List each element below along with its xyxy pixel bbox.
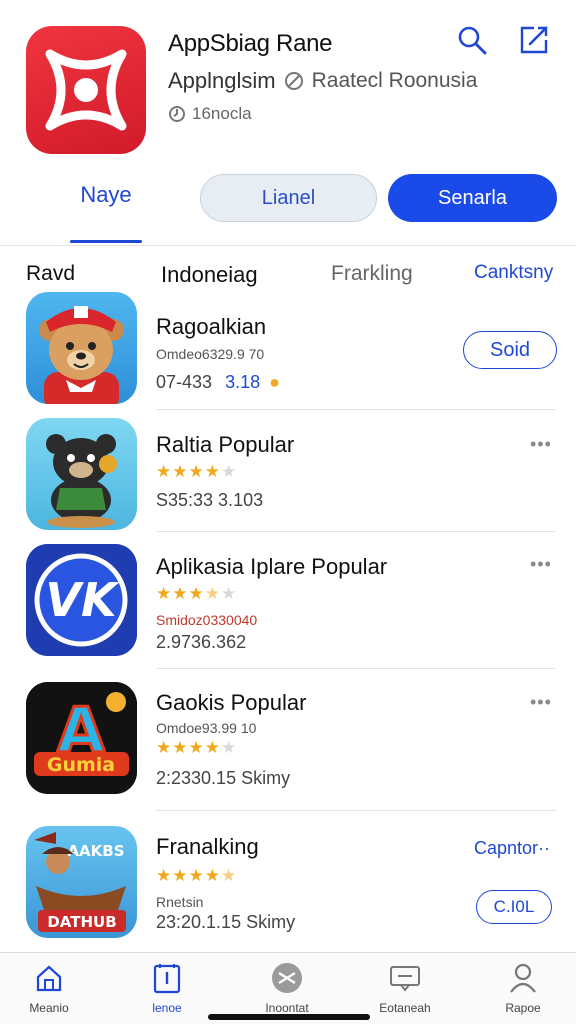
app-icon-bear-cub[interactable]: [26, 418, 137, 530]
list-item[interactable]: VK Aplikasia Iplare Popular ★★★★★ Smidoz…: [0, 534, 576, 670]
segmented-tabs: Naye Lianel Senarla: [0, 168, 576, 246]
vk-logo-icon: VK: [26, 544, 137, 656]
item-subtitle: Omdeo6329.9 70: [156, 346, 265, 362]
arcade-icon: [272, 963, 302, 993]
more-icon[interactable]: •••: [530, 434, 552, 455]
search-button[interactable]: [456, 24, 488, 56]
nav-item-apps[interactable]: lenoe: [122, 961, 212, 1015]
pirate-ship-icon: AAKBS DATHUB: [34, 832, 126, 932]
item-title: Franalking: [156, 834, 259, 859]
tab-active-underline: [70, 240, 142, 243]
compose-icon: [520, 26, 548, 54]
list-item[interactable]: A Gumia Gaokis Popular Omdoe93.99 10 ★★★…: [0, 670, 576, 812]
item-subtitle: Smidoz0330040: [156, 612, 258, 628]
nav-label: lenoe: [152, 1001, 182, 1015]
get-button[interactable]: Soid: [463, 331, 557, 369]
item-meta: 07-433 3.18 ●: [156, 372, 280, 393]
app-icon-pirate[interactable]: AAKBS DATHUB: [26, 826, 137, 938]
header-subtitle: Applnglsim Raatecl Roonusia: [168, 68, 477, 94]
block-icon: [284, 72, 303, 90]
category-frarkling[interactable]: Frarkling: [331, 262, 413, 286]
more-icon[interactable]: •••: [530, 554, 552, 575]
nav-label: Meanio: [29, 1001, 69, 1015]
nav-label: Rapoe: [505, 1001, 541, 1015]
list-item[interactable]: AAKBS DATHUB Franalking ★★★★★ Rnetsin 23…: [0, 812, 576, 952]
nav-label: Eotaneah: [379, 1001, 431, 1015]
header-meta-text: 16nocla: [192, 104, 252, 123]
category-canktsny[interactable]: Canktsny: [474, 262, 553, 284]
star-rating: ★★★★★: [156, 866, 238, 885]
star-rating: ★★★★★: [156, 738, 238, 757]
capntor-link[interactable]: Capntor··: [474, 838, 550, 859]
header-meta: 16nocla: [168, 104, 252, 124]
tab-naye[interactable]: Naye: [70, 182, 142, 208]
item-meta-a: 07-433: [156, 372, 213, 392]
nav-item-home[interactable]: Meanio: [4, 961, 94, 1015]
item-meta: S35:33 3.103: [156, 490, 264, 510]
item-title: Gaokis Popular: [156, 690, 307, 715]
svg-text:AAKBS: AAKBS: [67, 842, 124, 860]
apps-icon: [153, 964, 181, 994]
item-title: Aplikasia Iplare Popular: [156, 554, 388, 579]
clock-icon: [169, 106, 185, 122]
divider: [156, 409, 556, 410]
star-rating: ★★★★★: [156, 584, 238, 603]
game-a-logo-icon: A Gumia: [26, 682, 137, 794]
item-subtitle: Rnetsin: [156, 894, 204, 910]
list-item[interactable]: Ragoalkian Omdeo6329.9 70 07-433 3.18 ● …: [0, 290, 576, 412]
flower-logo-icon: [45, 49, 127, 131]
app-logo[interactable]: [26, 26, 146, 154]
item-meta: 2:2330.15 Skimy: [156, 768, 291, 788]
app-icon-game-a[interactable]: A Gumia: [26, 682, 137, 794]
item-subtitle: Omdoe93.99 10: [156, 720, 257, 736]
divider: [156, 810, 556, 811]
star-rating: ★★★★★: [156, 462, 238, 481]
item-meta: 23:20.1.15 Skimy: [156, 912, 296, 932]
category-indoneiag[interactable]: Indoneiag: [161, 262, 258, 288]
nav-item-arcade[interactable]: Inoontat: [242, 961, 332, 1015]
item-title: Ragoalkian: [156, 314, 267, 339]
compose-button[interactable]: [518, 24, 550, 56]
home-icon: [36, 965, 62, 992]
bear-mascot-icon: [39, 306, 124, 404]
hand-icon: ●: [269, 372, 281, 392]
app-icon-vk[interactable]: VK: [26, 544, 137, 656]
inbox-icon: [390, 966, 420, 992]
divider: [156, 668, 556, 669]
svg-text:VK: VK: [45, 573, 120, 627]
page-title: AppSbiag Rane: [168, 30, 333, 57]
tab-lianel[interactable]: Lianel: [200, 174, 377, 222]
tab-senarla[interactable]: Senarla: [388, 174, 557, 222]
item-meta-b: 3.18: [225, 372, 261, 392]
app-header: AppSbiag Rane Applnglsim Raatecl Roonusi…: [0, 0, 576, 165]
item-action-button[interactable]: C.I0L: [476, 890, 552, 924]
nav-label: Inoontat: [265, 1001, 309, 1015]
item-title: Raltia Popular: [156, 432, 295, 457]
nav-item-profile[interactable]: Rapoe: [478, 961, 568, 1015]
category-ravd[interactable]: Ravd: [26, 262, 75, 286]
svg-text:DATHUB: DATHUB: [47, 913, 116, 931]
more-icon[interactable]: •••: [530, 692, 552, 713]
divider: [156, 531, 556, 532]
nav-item-inbox[interactable]: Eotaneah: [360, 961, 450, 1015]
item-meta: 2.9736.362: [156, 632, 247, 652]
list-item[interactable]: Raltia Popular ★★★★★ S35:33 3.103 •••: [0, 412, 576, 534]
svg-text:Gumia: Gumia: [47, 754, 115, 776]
app-icon-bear-mascot[interactable]: [26, 292, 137, 404]
category-row: Ravd Indoneiag Frarkling Canktsny: [0, 262, 576, 292]
search-icon: [458, 26, 487, 55]
profile-icon: [510, 963, 536, 993]
header-subtitle-a: Applnglsim: [168, 68, 276, 93]
header-subtitle-b: Raatecl Roonusia: [311, 69, 478, 92]
bear-cub-icon: [46, 434, 117, 528]
home-indicator[interactable]: [208, 1014, 370, 1020]
